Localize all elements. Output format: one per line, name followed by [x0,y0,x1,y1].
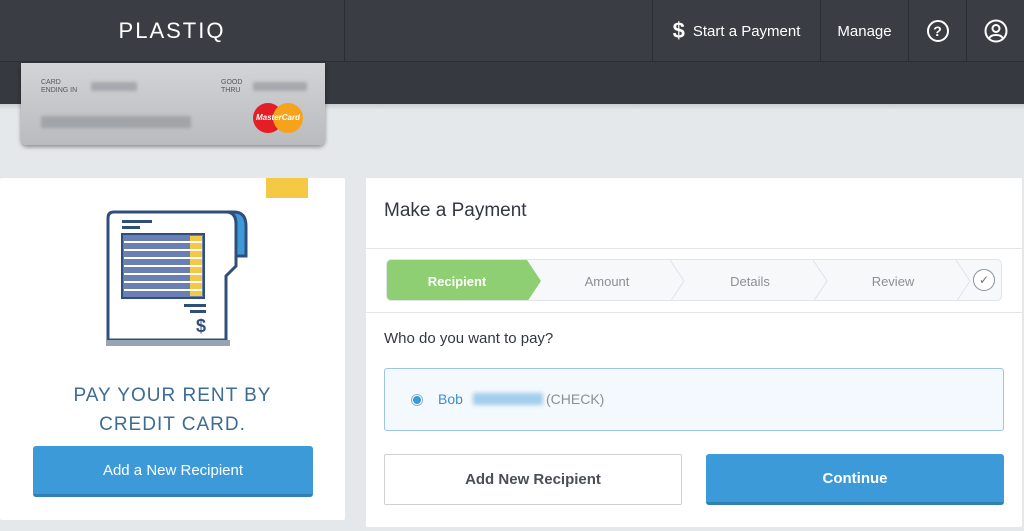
cardholder-name-redacted [41,116,191,128]
card-good-thru-label-2: THRU [221,87,241,94]
nav-start-payment-label: Start a Payment [692,22,801,40]
recipient-first-name: Bob [438,391,463,407]
mastercard-logo: MasterCard [253,103,303,133]
card-number-redacted [91,82,137,91]
credit-card[interactable]: CARD ENDING IN GOOD THRU MasterCard [21,63,325,145]
nav-manage-label: Manage [837,22,892,40]
plastiq-logo[interactable]: PLASTIQ [119,18,226,44]
step-details-label: Details [730,273,770,289]
add-new-recipient-button[interactable]: Add a New Recipient [33,446,313,497]
promo-heading: PAY YOUR RENT BY CREDIT CARD. [0,381,345,439]
title-divider [366,248,1022,249]
card-ending-label-2: ENDING IN [41,87,78,94]
card-expiry-redacted [253,82,307,91]
step-amount-label: Amount [584,273,630,289]
card-good-thru-label-1: GOOD [221,79,243,86]
svg-text:$: $ [196,316,206,336]
promo-line-1: PAY YOUR RENT BY [73,385,272,406]
step-recipient[interactable]: Recipient [387,260,527,300]
dollar-icon: $ [672,18,685,43]
mastercard-wordmark: MasterCard [255,113,300,122]
logo-cell[interactable]: PLASTIQ [0,0,345,62]
radio-selected-dot [413,396,421,404]
user-icon [984,19,1007,43]
nav-start-payment[interactable]: $ Start a Payment [652,0,820,62]
card-ending-label-1: CARD [41,79,61,86]
stepper-divider [366,312,1022,313]
make-payment-panel: Make a Payment Recipient Amount Details … [366,178,1022,527]
recipient-last-name-redacted [473,393,543,405]
nav-help[interactable]: ? [908,0,966,62]
step-review-label: Review [871,273,915,289]
step-details[interactable]: Details [685,260,815,300]
continue-button[interactable]: Continue [706,454,1004,505]
recipient-option[interactable]: Bob (CHECK) [384,368,1004,431]
recipient-radio[interactable] [411,394,423,406]
payment-stepper: Recipient Amount Details Review ✓ [386,259,1002,301]
promo-panel: $ PAY YOUR RENT BY CREDIT CARD. Add a Ne… [0,178,345,520]
step-recipient-label: Recipient [427,273,487,289]
step-amount[interactable]: Amount [542,260,672,300]
promo-tab [266,178,308,198]
recipient-question: Who do you want to pay? [384,330,554,347]
receipt-illustration-icon: $ [106,210,248,346]
step-review[interactable]: Review [828,260,958,300]
top-nav: PLASTIQ $ Start a Payment Manage ? [0,0,1024,62]
step-complete-check-icon: ✓ [973,269,995,291]
page-title: Make a Payment [384,200,527,221]
nav-manage[interactable]: Manage [820,0,908,62]
recipient-type: (CHECK) [546,391,605,407]
nav-user[interactable] [966,0,1024,62]
help-icon: ? [926,20,949,42]
promo-line-2: CREDIT CARD. [99,414,246,435]
add-recipient-button[interactable]: Add New Recipient [384,454,682,505]
